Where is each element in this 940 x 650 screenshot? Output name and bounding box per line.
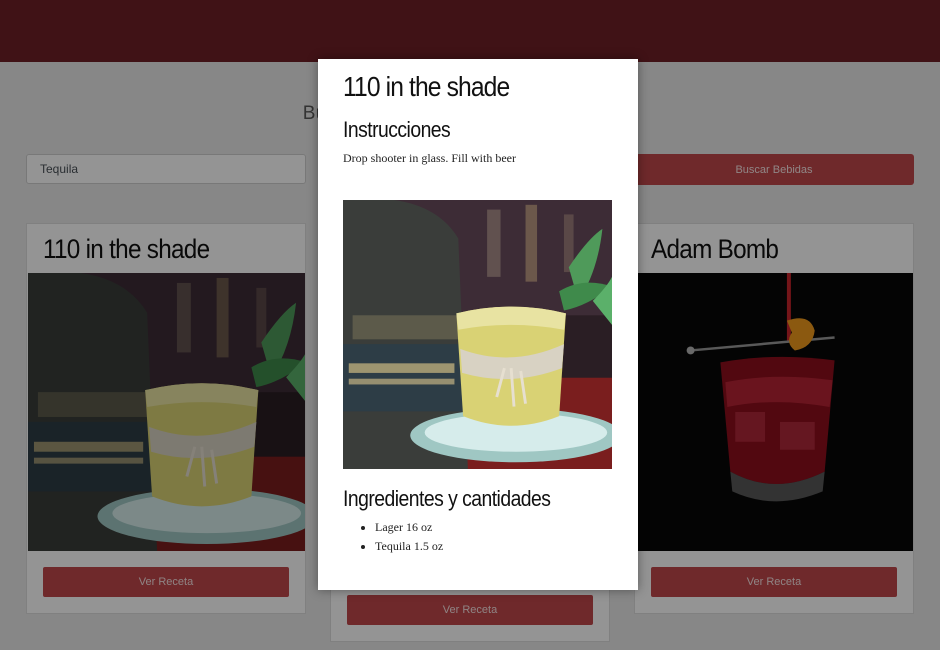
modal-title: 110 in the shade bbox=[343, 71, 510, 102]
ingredient-item: Lager 16 oz bbox=[375, 520, 443, 535]
recipe-modal: 110 in the shade Instrucciones Drop shoo… bbox=[318, 59, 638, 590]
ingredients-heading: Ingredientes y cantidades bbox=[343, 486, 551, 511]
instructions-heading: Instrucciones bbox=[343, 117, 451, 142]
ingredients-list: Lager 16 oz Tequila 1.5 oz bbox=[375, 520, 443, 558]
ingredient-item: Tequila 1.5 oz bbox=[375, 539, 443, 554]
instructions-text: Drop shooter in glass. Fill with beer bbox=[343, 151, 516, 165]
modal-drink-image bbox=[343, 200, 612, 469]
